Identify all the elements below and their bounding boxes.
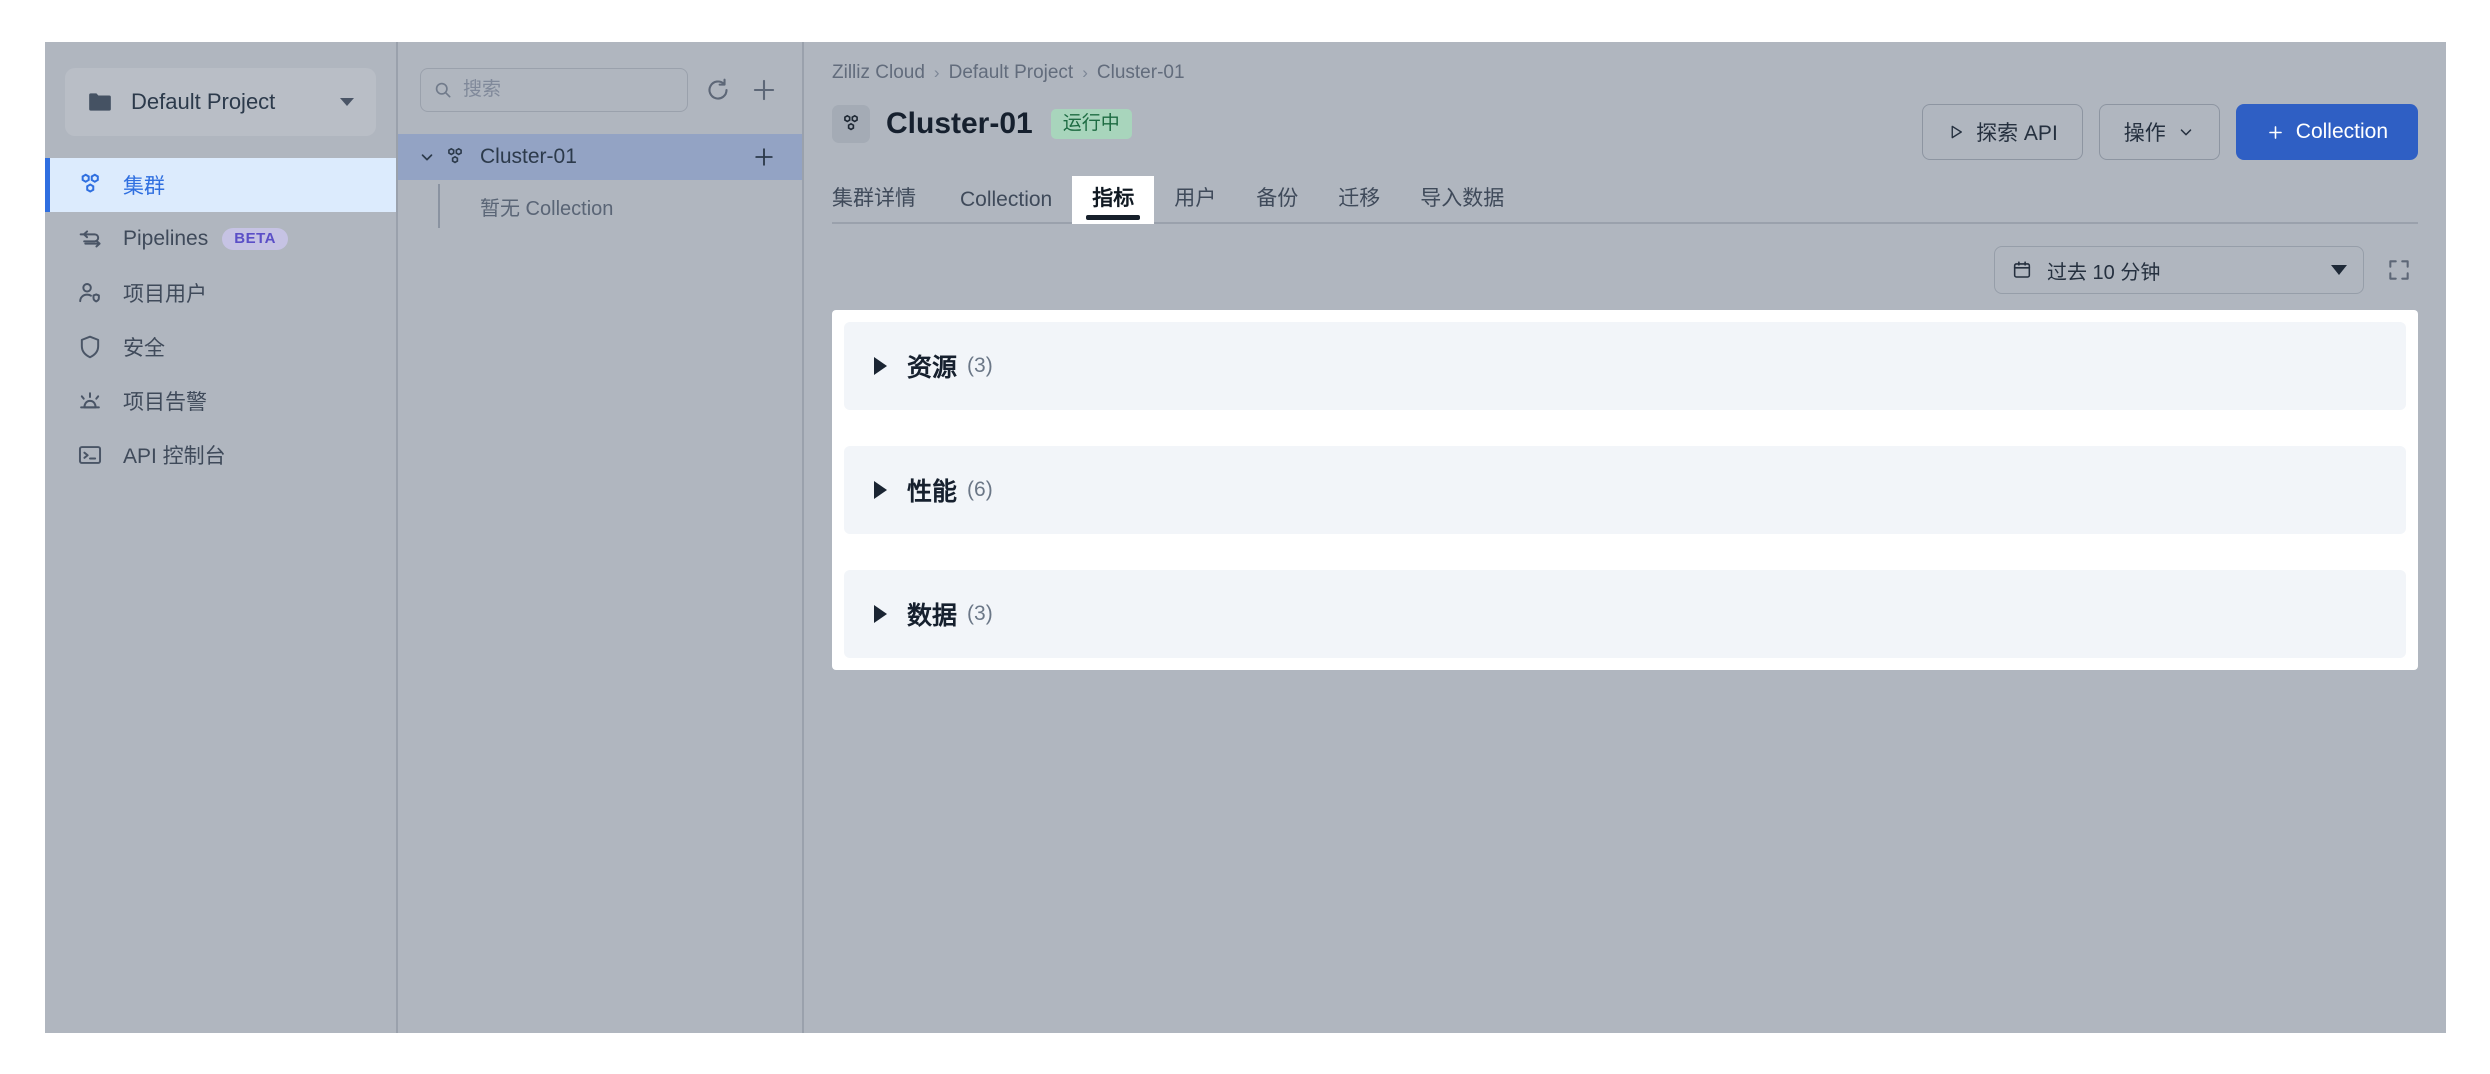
tab-collection[interactable]: Collection (940, 182, 1072, 224)
section-count: (3) (967, 602, 993, 625)
section-title: 资源 (907, 354, 958, 382)
sidebar-item-clusters[interactable]: 集群 (45, 158, 396, 212)
tree-cluster-name: Cluster-01 (480, 145, 577, 168)
time-range-select[interactable]: 过去 10 分钟 (1994, 246, 2364, 294)
page-title: Cluster-01 (886, 107, 1033, 140)
breadcrumb-separator: › (933, 63, 940, 82)
pipelines-icon (75, 224, 105, 254)
tree-toolbar (398, 42, 802, 112)
tab-backup[interactable]: 备份 (1236, 176, 1318, 224)
operations-button[interactable]: 操作 (2098, 104, 2220, 160)
sidebar-item-project-users[interactable]: 项目用户 (45, 266, 396, 320)
add-collection-icon[interactable] (748, 141, 780, 173)
triangle-right-icon (874, 605, 887, 623)
status-badge: 运行中 (1050, 109, 1132, 139)
refresh-icon[interactable] (702, 74, 734, 106)
empty-collection-label: 暂无 Collection (480, 197, 614, 220)
section-count: (3) (967, 354, 993, 377)
chevron-down-icon (2331, 265, 2347, 275)
folder-icon (87, 89, 113, 115)
tab-bar: 集群详情 Collection 指标 用户 备份 迁移 导入数据 (832, 176, 2418, 224)
explore-api-button[interactable]: 探索 API (1922, 104, 2083, 160)
header-actions: 探索 API 操作 Collection (1922, 104, 2418, 160)
section-title: 数据 (907, 602, 958, 630)
time-range-label: 过去 10 分钟 (2047, 261, 2161, 284)
breadcrumb-item-0[interactable]: Zilliz Cloud (832, 62, 925, 84)
chevron-down-icon (340, 98, 354, 106)
search-box[interactable] (420, 68, 688, 112)
search-input[interactable] (463, 79, 675, 101)
operations-label: 操作 (2123, 122, 2166, 145)
project-switcher[interactable]: Default Project (65, 68, 376, 136)
tab-import-data[interactable]: 导入数据 (1400, 176, 1524, 224)
main-content: Zilliz Cloud › Default Project › Cluster… (804, 42, 2446, 1033)
tab-metrics[interactable]: 指标 (1072, 176, 1155, 224)
metrics-card: 资源 (3) 性能 (6) 数据 (3) (832, 310, 2418, 670)
breadcrumb-separator: › (1082, 63, 1088, 82)
project-name: Default Project (131, 89, 276, 114)
chevron-down-icon (2177, 123, 2195, 141)
tree-row[interactable]: Cluster-01 (398, 134, 802, 180)
add-cluster-icon[interactable] (748, 74, 780, 106)
metrics-section-resources[interactable]: 资源 (3) (844, 322, 2406, 410)
add-collection-label: Collection (2295, 120, 2388, 143)
sidebar-item-pipelines[interactable]: Pipelines BETA (45, 212, 396, 266)
cluster-icon (442, 145, 468, 169)
section-count: (6) (967, 478, 993, 501)
search-icon (433, 80, 453, 100)
sidebar-item-label: Pipelines (123, 227, 209, 250)
sidebar-item-project-alerts[interactable]: 项目告警 (45, 374, 396, 428)
alert-icon (75, 386, 105, 416)
left-sidebar: Default Project 集群 Pipelines BETA 项目用户 安… (45, 42, 398, 1033)
play-icon (1947, 123, 1965, 141)
project-user-icon (75, 278, 105, 308)
tree-guide-line (438, 184, 440, 228)
sidebar-item-api-console[interactable]: API 控制台 (45, 428, 396, 482)
cluster-icon (832, 105, 870, 143)
shield-icon (75, 332, 105, 362)
app-window: Default Project 集群 Pipelines BETA 项目用户 安… (45, 42, 2446, 1033)
sidebar-item-label: API 控制台 (123, 445, 226, 468)
tab-migration[interactable]: 迁移 (1318, 176, 1400, 224)
chevron-down-icon[interactable] (416, 148, 438, 166)
tree-empty-row: 暂无 Collection (398, 180, 802, 232)
explore-api-label: 探索 API (1976, 122, 2058, 145)
sidebar-nav: 集群 Pipelines BETA 项目用户 安全 项目告警 API 控制台 (45, 158, 396, 482)
cluster-tree: Cluster-01 暂无 Collection (398, 134, 802, 232)
terminal-icon (75, 440, 105, 470)
breadcrumb: Zilliz Cloud › Default Project › Cluster… (832, 42, 2418, 84)
section-title: 性能 (907, 478, 958, 506)
plus-icon (2266, 123, 2285, 142)
add-collection-button[interactable]: Collection (2235, 104, 2418, 160)
metrics-section-data[interactable]: 数据 (3) (844, 570, 2406, 658)
fullscreen-icon[interactable] (2382, 253, 2416, 287)
metrics-section-performance[interactable]: 性能 (6) (844, 446, 2406, 534)
tab-users[interactable]: 用户 (1154, 176, 1236, 224)
sidebar-item-label: 项目告警 (123, 391, 207, 414)
tab-cluster-details[interactable]: 集群详情 (832, 176, 936, 224)
sidebar-item-label: 项目用户 (123, 283, 207, 306)
triangle-right-icon (874, 481, 887, 499)
breadcrumb-item-1[interactable]: Default Project (949, 62, 1074, 84)
cluster-tree-panel: Cluster-01 暂无 Collection (398, 42, 804, 1033)
metrics-toolbar: 过去 10 分钟 (832, 246, 2418, 294)
sidebar-item-security[interactable]: 安全 (45, 320, 396, 374)
breadcrumb-item-2: Cluster-01 (1096, 62, 1185, 83)
sidebar-item-label: 集群 (123, 175, 165, 198)
calendar-icon (2011, 259, 2033, 281)
beta-badge: BETA (222, 228, 288, 250)
sidebar-item-label: 安全 (123, 337, 165, 360)
cluster-icon (75, 170, 105, 200)
triangle-right-icon (874, 357, 887, 375)
